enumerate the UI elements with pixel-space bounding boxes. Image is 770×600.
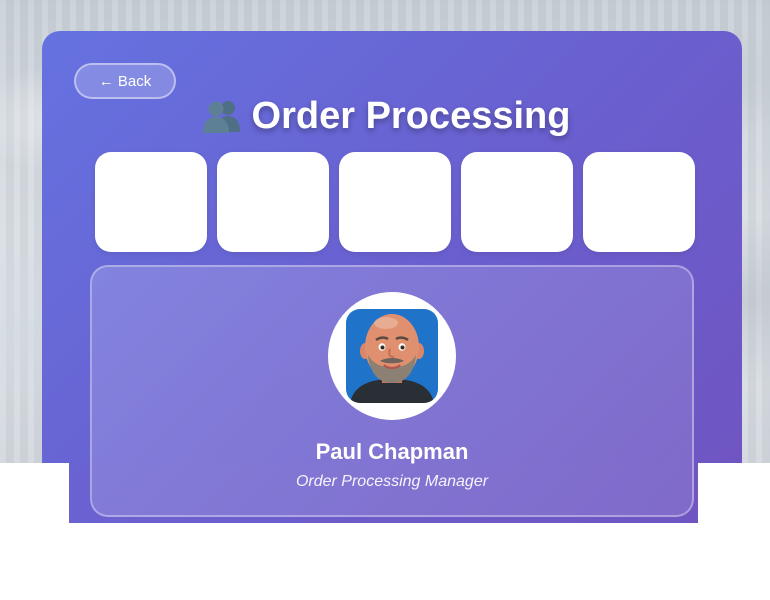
manager-name: Paul Chapman <box>315 439 469 464</box>
stat-card[interactable] <box>461 152 573 252</box>
stat-card[interactable] <box>95 152 207 252</box>
people-icon <box>200 98 244 134</box>
page-title-text: Order Processing <box>251 94 571 137</box>
page-title: Order Processing <box>0 92 770 140</box>
manager-profile-card: Paul Chapman Order Processing Manager <box>90 265 694 517</box>
avatar <box>328 292 456 420</box>
stat-card[interactable] <box>339 152 451 252</box>
bald-man-avatar-icon <box>346 309 438 403</box>
stat-card[interactable] <box>217 152 329 252</box>
manager-role: Order Processing Manager <box>295 473 489 490</box>
stat-card[interactable] <box>583 152 695 252</box>
back-label: ← Back <box>98 72 152 90</box>
stats-cards <box>95 152 695 252</box>
